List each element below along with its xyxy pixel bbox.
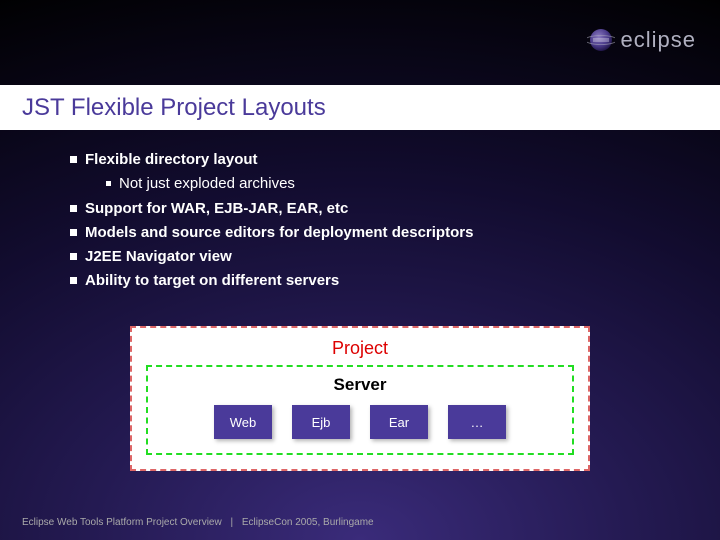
bullet-1a: Not just exploded archives	[106, 174, 680, 194]
bullet-4: J2EE Navigator view	[70, 247, 680, 267]
header-bar: eclipse	[0, 0, 720, 80]
project-box: Project Server Web Ejb Ear …	[130, 326, 590, 471]
module-ear: Ear	[370, 405, 428, 439]
bullet-1: Flexible directory layout	[70, 150, 680, 170]
eclipse-logo: eclipse	[587, 26, 696, 54]
bullet-text: Not just exploded archives	[119, 174, 295, 194]
footer-left: Eclipse Web Tools Platform Project Overv…	[22, 517, 222, 528]
bullet-5: Ability to target on different servers	[70, 271, 680, 291]
eclipse-icon	[587, 26, 615, 54]
bullet-icon	[106, 181, 111, 186]
bullet-text: Ability to target on different servers	[85, 271, 339, 291]
footer-sep: |	[230, 517, 233, 528]
bullet-text: Flexible directory layout	[85, 150, 258, 170]
page-title: JST Flexible Project Layouts	[22, 94, 326, 122]
bullet-icon	[70, 156, 77, 163]
bullet-icon	[70, 277, 77, 284]
content-area: Flexible directory layout Not just explo…	[70, 150, 680, 296]
project-label: Project	[146, 338, 574, 359]
bullet-text: Models and source editors for deployment…	[85, 223, 473, 243]
bullet-text: Support for WAR, EJB-JAR, EAR, etc	[85, 199, 348, 219]
footer-right: EclipseCon 2005, Burlingame	[242, 517, 374, 528]
module-ejb: Ejb	[292, 405, 350, 439]
server-label: Server	[160, 375, 560, 395]
server-box: Server Web Ejb Ear …	[146, 365, 574, 455]
bullet-text: J2EE Navigator view	[85, 247, 232, 267]
bullet-icon	[70, 229, 77, 236]
title-bar: JST Flexible Project Layouts	[0, 85, 720, 130]
modules-row: Web Ejb Ear …	[160, 405, 560, 439]
bullet-icon	[70, 205, 77, 212]
bullet-2: Support for WAR, EJB-JAR, EAR, etc	[70, 199, 680, 219]
bullet-3: Models and source editors for deployment…	[70, 223, 680, 243]
footer: Eclipse Web Tools Platform Project Overv…	[22, 517, 374, 528]
bullet-icon	[70, 253, 77, 260]
module-web: Web	[214, 405, 272, 439]
brand-text: eclipse	[621, 27, 696, 53]
module-more: …	[448, 405, 506, 439]
diagram: Project Server Web Ejb Ear …	[130, 326, 590, 471]
